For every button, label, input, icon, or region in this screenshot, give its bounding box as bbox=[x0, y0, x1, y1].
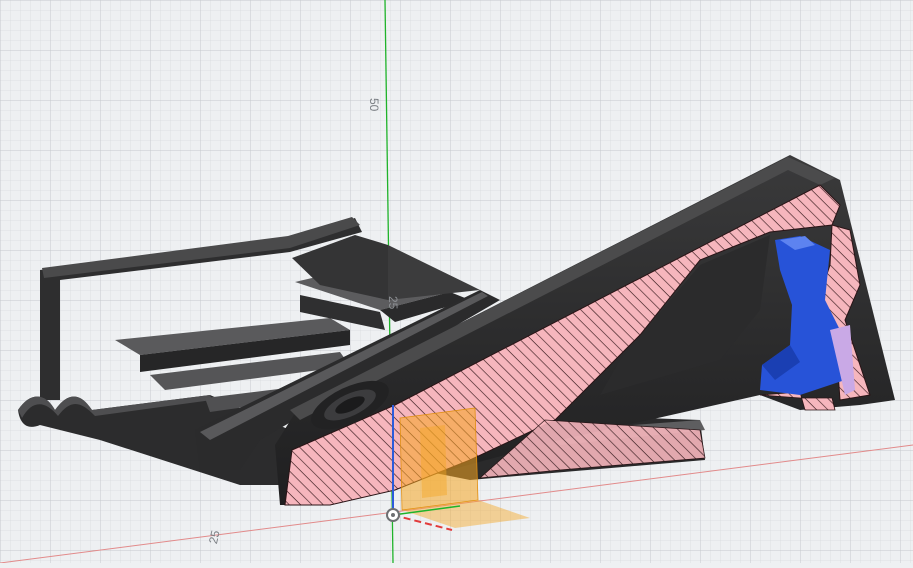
origin-point-icon[interactable] bbox=[386, 508, 400, 522]
viewport-scene[interactable] bbox=[0, 0, 913, 564]
grid-label-25-horizontal: 25 bbox=[206, 528, 223, 546]
grid-label-25-vertical: 25 bbox=[386, 296, 400, 310]
grid-label-50: 50 bbox=[367, 98, 381, 112]
3d-viewport-canvas[interactable]: 50 25 25 bbox=[0, 0, 913, 564]
